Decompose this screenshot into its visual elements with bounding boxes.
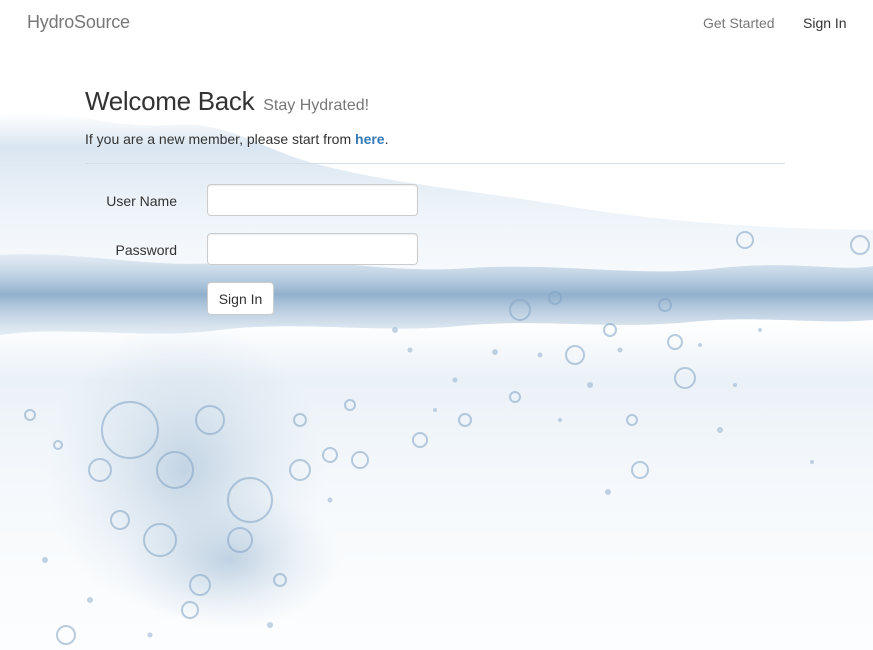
page: HydroSource Get Started Sign In Welcome … (0, 0, 873, 650)
title-text: Welcome Back (85, 86, 255, 116)
username-label: User Name (106, 193, 177, 209)
page-subtitle: Stay Hydrated! (263, 97, 370, 114)
brand-logo-link[interactable]: HydroSource (27, 12, 130, 33)
start-here-link[interactable]: here (355, 131, 385, 147)
nav-sign-in-link[interactable]: Sign In (803, 15, 847, 31)
username-input[interactable] (207, 184, 418, 216)
page-title: Welcome Back Stay Hydrated! (85, 84, 785, 123)
sign-in-button[interactable]: Sign In (207, 282, 274, 315)
hint-period: . (384, 131, 389, 147)
password-input[interactable] (207, 233, 418, 265)
new-member-hint: If you are a new member, please start fr… (85, 129, 785, 149)
nav-get-started-link[interactable]: Get Started (703, 15, 775, 31)
hint-text: If you are a new member, please start fr… (85, 131, 356, 147)
header-divider (85, 163, 785, 164)
password-label: Password (115, 242, 177, 258)
top-navbar: HydroSource Get Started Sign In (0, 0, 873, 48)
page-header: Welcome Back Stay Hydrated! If you are a… (85, 84, 785, 149)
